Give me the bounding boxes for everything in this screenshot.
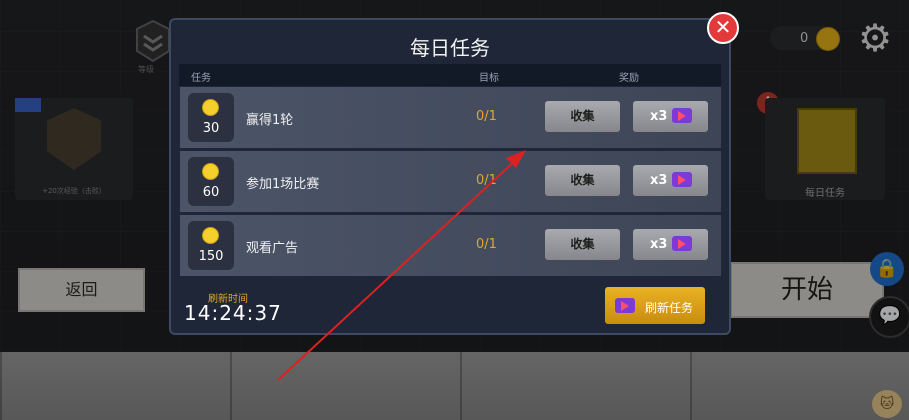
annotation-arrow — [277, 150, 526, 381]
